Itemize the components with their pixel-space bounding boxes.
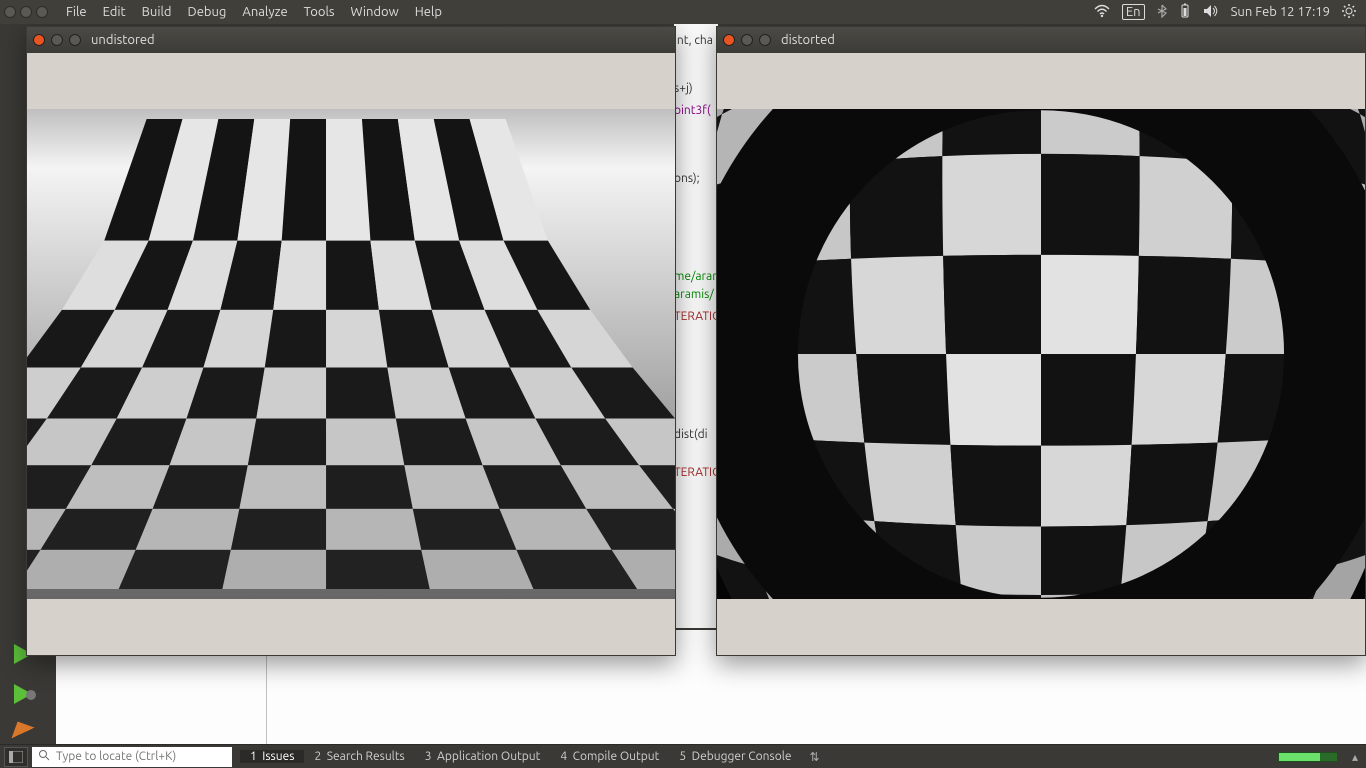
- code-fragment: TERATIO: [674, 464, 718, 482]
- panel-tab-compile[interactable]: 4 Compile Output: [550, 750, 669, 763]
- panel-tab-issues[interactable]: 1 Issues: [240, 750, 304, 763]
- maximize-icon[interactable]: [759, 34, 771, 46]
- code-editor-sliver: int, cha s+j) oint3f( ons); me/aram aram…: [674, 24, 718, 628]
- gear-icon[interactable]: [1342, 4, 1356, 21]
- close-icon[interactable]: [33, 34, 45, 46]
- undistorted-image: [27, 109, 675, 599]
- ide-menubar: File Edit Build Debug Analyze Tools Wind…: [0, 0, 1366, 24]
- minimize-icon[interactable]: [741, 34, 753, 46]
- ide-statusbar: 1 Issues 2 Search Results 3 Application …: [0, 744, 1366, 768]
- panel-tab-search[interactable]: 2 Search Results: [304, 750, 414, 763]
- code-fragment: TERATIO: [674, 308, 718, 326]
- minimize-icon[interactable]: [20, 6, 32, 18]
- volume-icon[interactable]: [1203, 4, 1219, 21]
- debug-button[interactable]: [14, 684, 42, 712]
- window-title: undistored: [91, 33, 155, 47]
- window-title: distorted: [781, 33, 835, 47]
- battery-icon[interactable]: [1179, 3, 1191, 22]
- locator-field[interactable]: [56, 750, 226, 763]
- clock-text[interactable]: Sun Feb 12 17:19: [1231, 5, 1330, 19]
- distorted-image: [717, 109, 1365, 599]
- bluetooth-icon[interactable]: [1157, 4, 1167, 21]
- image-window-undistorted[interactable]: undistored: [26, 26, 676, 656]
- code-fragment: int, cha: [674, 32, 718, 50]
- menu-analyze[interactable]: Analyze: [234, 5, 295, 19]
- close-icon[interactable]: [4, 6, 16, 18]
- menu-help[interactable]: Help: [407, 5, 450, 19]
- code-fragment: me/aram: [674, 268, 718, 286]
- menu-edit[interactable]: Edit: [95, 5, 134, 19]
- image-viewport: [717, 53, 1365, 655]
- wifi-icon[interactable]: [1094, 4, 1110, 21]
- close-icon[interactable]: [723, 34, 735, 46]
- build-progress: [1278, 752, 1338, 762]
- maximize-icon[interactable]: [36, 6, 48, 18]
- maximize-icon[interactable]: [69, 34, 81, 46]
- chevron-up-icon[interactable]: ▴: [1352, 750, 1358, 764]
- panel-tab-debugger[interactable]: 5 Debugger Console: [669, 750, 801, 763]
- menu-debug[interactable]: Debug: [180, 5, 235, 19]
- code-fragment: s+j): [674, 80, 718, 98]
- window-controls-ide: [4, 6, 48, 18]
- titlebar-undistorted[interactable]: undistored: [27, 27, 675, 53]
- locator-input[interactable]: [32, 747, 232, 767]
- code-fragment: ons);: [674, 170, 718, 188]
- menu-file[interactable]: File: [58, 5, 95, 19]
- sidebar-toggle-button[interactable]: [4, 747, 28, 767]
- image-viewport: [27, 53, 675, 655]
- language-indicator[interactable]: En: [1122, 4, 1145, 20]
- menu-build[interactable]: Build: [134, 5, 180, 19]
- titlebar-distorted[interactable]: distorted: [717, 27, 1365, 53]
- menu-window[interactable]: Window: [343, 5, 407, 19]
- code-fragment: dist(di: [674, 426, 718, 444]
- menu-tools[interactable]: Tools: [296, 5, 343, 19]
- panel-tab-appout[interactable]: 3 Application Output: [415, 750, 551, 763]
- image-window-distorted[interactable]: distorted: [716, 26, 1366, 656]
- minimize-icon[interactable]: [51, 34, 63, 46]
- code-fragment: aramis/: [674, 286, 718, 304]
- search-icon: [38, 749, 50, 764]
- panel-selector-icon[interactable]: ⇅: [810, 750, 820, 764]
- code-fragment: oint3f(: [674, 102, 718, 120]
